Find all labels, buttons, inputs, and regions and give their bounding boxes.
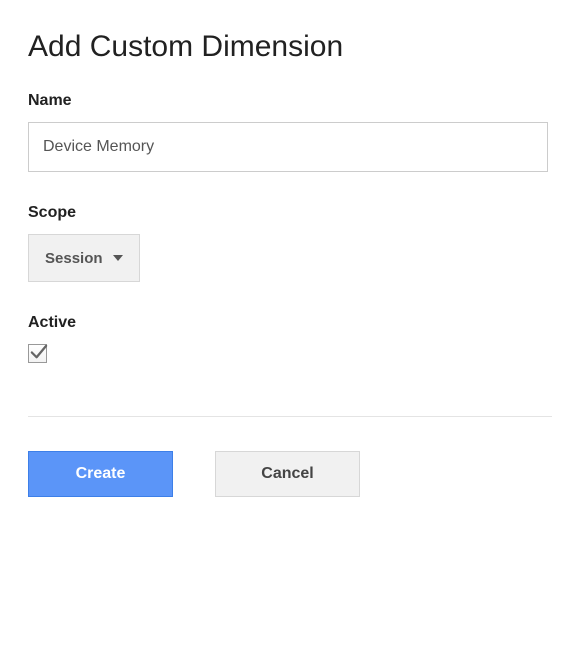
scope-label: Scope [28,204,552,222]
active-checkbox[interactable] [28,344,47,363]
create-button[interactable]: Create [28,451,173,497]
page-title: Add Custom Dimension [28,30,552,64]
caret-down-icon [113,255,123,261]
active-label: Active [28,314,552,332]
name-field-group: Name [28,92,552,172]
name-label: Name [28,92,552,110]
button-row: Create Cancel [28,451,552,497]
scope-field-group: Scope Session [28,204,552,282]
divider [28,416,552,417]
scope-selected-value: Session [45,250,103,267]
checkmark-icon [29,343,48,362]
scope-dropdown[interactable]: Session [28,234,140,282]
active-field-group: Active [28,314,552,368]
name-input[interactable] [28,122,548,172]
cancel-button[interactable]: Cancel [215,451,360,497]
